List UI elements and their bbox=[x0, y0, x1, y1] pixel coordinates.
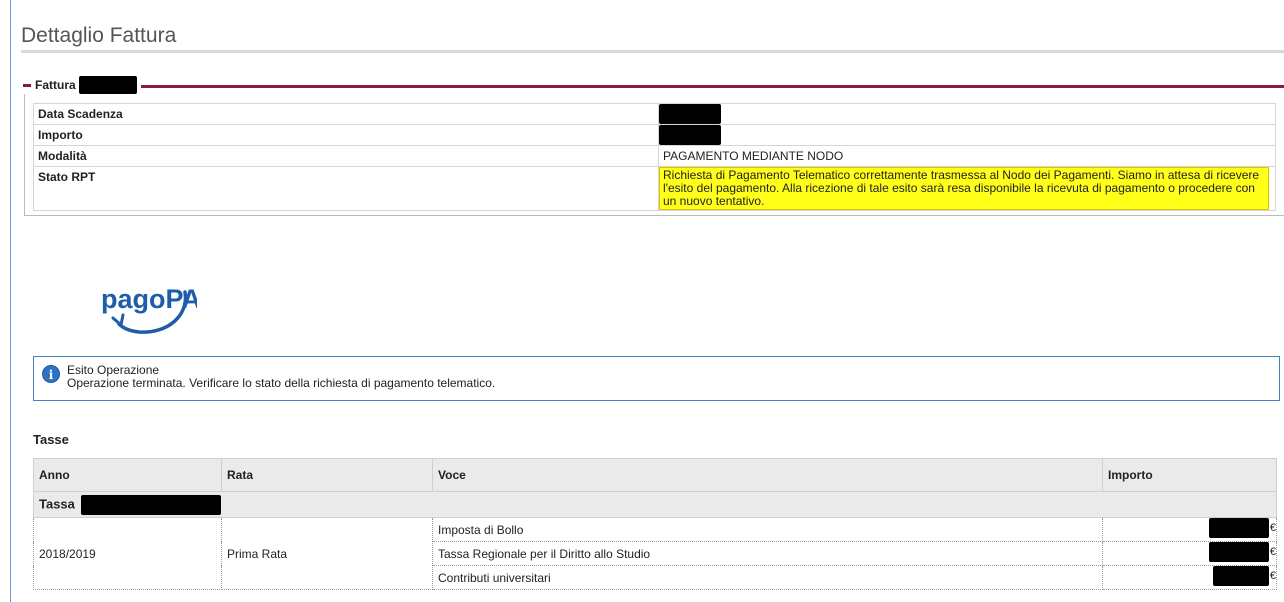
voce-cell: Imposta di Bollo bbox=[432, 517, 1103, 542]
table-row: 2018/2019 Prima Rata Imposta di Bollo € bbox=[33, 517, 1277, 590]
rata-cell: Prima Rata bbox=[221, 517, 433, 590]
detail-value bbox=[658, 124, 1276, 146]
rpt-status-highlight: Richiesta di Pagamento Telematico corret… bbox=[659, 167, 1269, 210]
tasse-heading: Tasse bbox=[33, 432, 69, 447]
col-voce: Voce bbox=[432, 458, 1103, 492]
tasse-header-row: Anno Rata Voce Importo bbox=[33, 458, 1277, 492]
importo-cell: € bbox=[1102, 565, 1277, 590]
detail-row-importo: Importo bbox=[33, 124, 1276, 146]
fattura-legend: Fattura bbox=[23, 76, 141, 94]
detail-value bbox=[658, 103, 1276, 125]
col-rata: Rata bbox=[221, 458, 433, 492]
detail-row-modalita: Modalità PAGAMENTO MEDIANTE NODO bbox=[33, 145, 1276, 167]
voce-cell: Contributi universitari bbox=[432, 565, 1103, 590]
pagopa-logo-graphic: pagoPA bbox=[101, 284, 201, 334]
tassa-group-cell: Tassa bbox=[33, 491, 1277, 518]
operation-result-box: i Esito Operazione Operazione terminata.… bbox=[33, 356, 1280, 401]
detail-row-data-scadenza: Data Scadenza bbox=[33, 103, 1276, 125]
currency-symbol: € bbox=[1269, 570, 1276, 582]
detail-row-stato-rpt: Stato RPT Richiesta di Pagamento Telemat… bbox=[33, 166, 1276, 211]
legend-marker bbox=[23, 83, 31, 87]
logo-arrow-head bbox=[111, 313, 125, 327]
tassa-group-row: Tassa bbox=[33, 491, 1277, 518]
voce-cell: Tassa Regionale per il Diritto allo Stud… bbox=[432, 541, 1103, 566]
redacted-amount bbox=[1212, 566, 1269, 586]
redacted-amount bbox=[1208, 518, 1269, 538]
currency-symbol: € bbox=[1269, 546, 1276, 558]
importo-cell: € bbox=[1102, 517, 1277, 542]
tassa-group-label: Tassa bbox=[39, 495, 75, 511]
detail-label: Stato RPT bbox=[33, 166, 659, 211]
title-divider bbox=[21, 50, 1284, 53]
fattura-details-table: Data Scadenza Importo Modalità PAGAMENTO… bbox=[33, 103, 1276, 211]
detail-label: Modalità bbox=[33, 145, 659, 167]
detail-label: Data Scadenza bbox=[33, 103, 659, 125]
redacted-invoice-number bbox=[78, 76, 137, 94]
importo-cell: € bbox=[1102, 541, 1277, 566]
redacted-amount bbox=[1208, 542, 1269, 562]
col-importo: Importo bbox=[1102, 458, 1277, 492]
redacted-value bbox=[659, 125, 721, 145]
detail-value: PAGAMENTO MEDIANTE NODO bbox=[658, 145, 1276, 167]
operation-result-message: Operazione terminata. Verificare lo stat… bbox=[67, 376, 496, 390]
currency-symbol: € bbox=[1269, 522, 1276, 534]
redacted-value bbox=[659, 104, 721, 124]
redacted-tassa-name bbox=[80, 494, 221, 515]
col-anno: Anno bbox=[33, 458, 222, 492]
pagopa-logo: pagoPA bbox=[97, 278, 201, 342]
page-title: Dettaglio Fattura bbox=[21, 24, 177, 47]
detail-value: Richiesta di Pagamento Telematico corret… bbox=[658, 166, 1276, 211]
info-icon: i bbox=[42, 365, 60, 383]
fattura-legend-label: Fattura bbox=[35, 78, 76, 92]
tasse-table: Anno Rata Voce Importo Tassa 2018/2019 P… bbox=[33, 458, 1277, 590]
detail-label: Importo bbox=[33, 124, 659, 146]
anno-cell: 2018/2019 bbox=[33, 517, 222, 590]
